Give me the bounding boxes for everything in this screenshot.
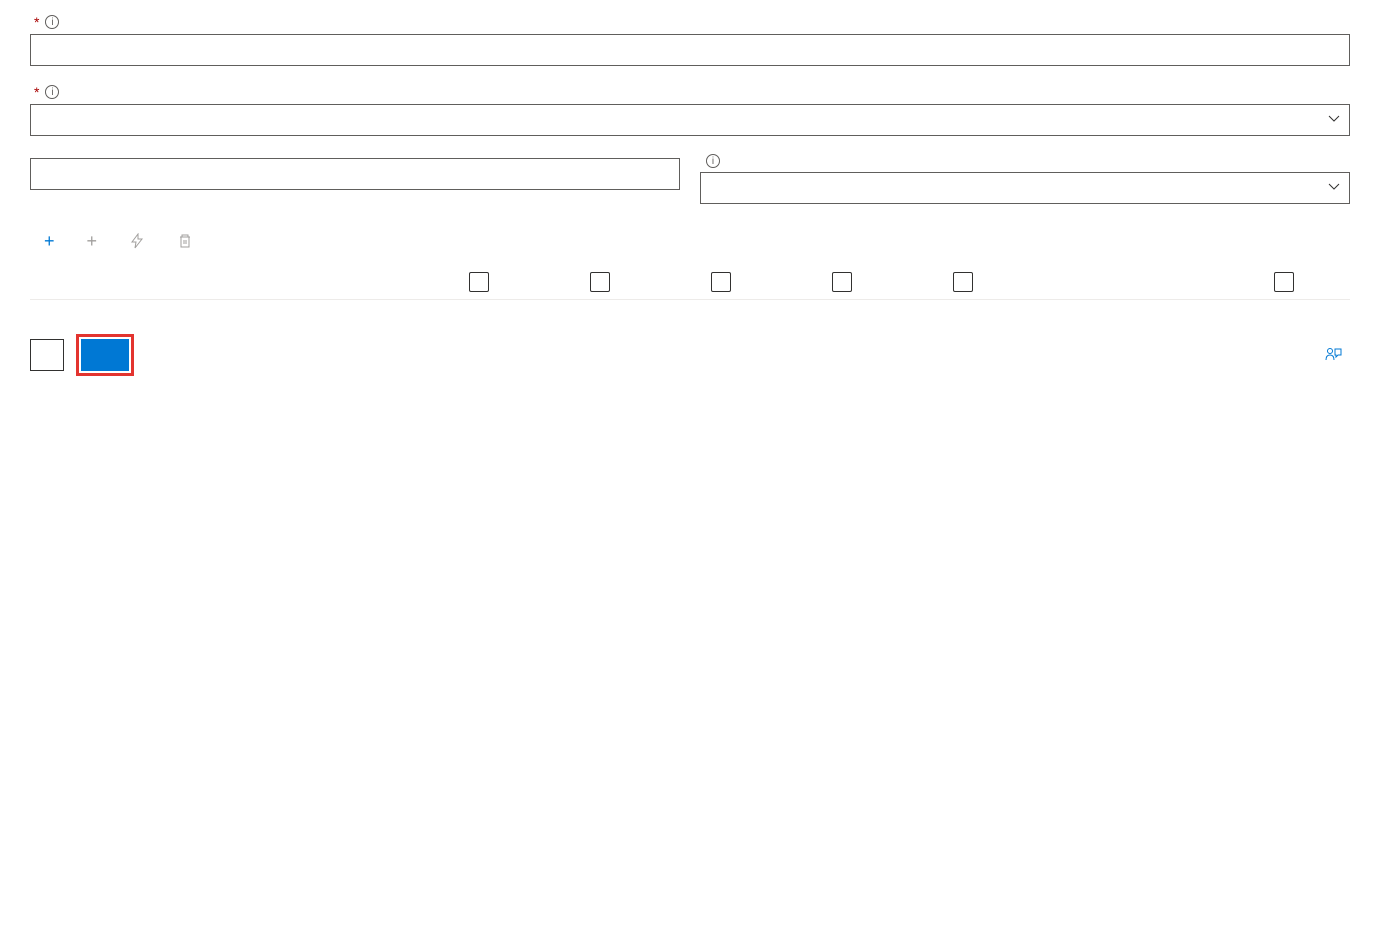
info-icon[interactable]: i — [706, 154, 720, 168]
configure-vector-button — [129, 232, 153, 250]
search-mode-select[interactable] — [700, 172, 1350, 204]
fields-table — [30, 260, 1350, 300]
trash-icon — [177, 233, 193, 249]
feedback-icon — [1324, 346, 1342, 364]
add-field-button[interactable]: + — [44, 232, 63, 250]
index-name-input[interactable] — [30, 34, 1350, 66]
facetable-all-checkbox[interactable] — [832, 272, 852, 292]
give-feedback-link[interactable] — [1324, 346, 1350, 364]
highlight-frame — [76, 334, 134, 376]
suggester-name-input[interactable] — [30, 158, 680, 190]
delete-button — [177, 232, 201, 250]
plus-icon: + — [44, 232, 55, 250]
plus-icon: + — [87, 232, 98, 250]
searchable-all-checkbox[interactable] — [953, 272, 973, 292]
fields-toolbar: + + — [30, 222, 1350, 260]
next-create-indexer-button[interactable] — [81, 339, 129, 371]
required-asterisk: * — [34, 14, 39, 30]
filterable-all-checkbox[interactable] — [590, 272, 610, 292]
previous-button[interactable] — [30, 339, 64, 371]
info-icon[interactable]: i — [45, 15, 59, 29]
suggester-all-checkbox[interactable] — [1274, 272, 1294, 292]
add-subfield-button: + — [87, 232, 106, 250]
sortable-all-checkbox[interactable] — [711, 272, 731, 292]
lightning-icon — [129, 233, 145, 249]
required-asterisk: * — [34, 84, 39, 100]
key-select[interactable] — [30, 104, 1350, 136]
wizard-buttons — [0, 320, 1380, 388]
retrievable-all-checkbox[interactable] — [469, 272, 489, 292]
info-icon[interactable]: i — [45, 85, 59, 99]
